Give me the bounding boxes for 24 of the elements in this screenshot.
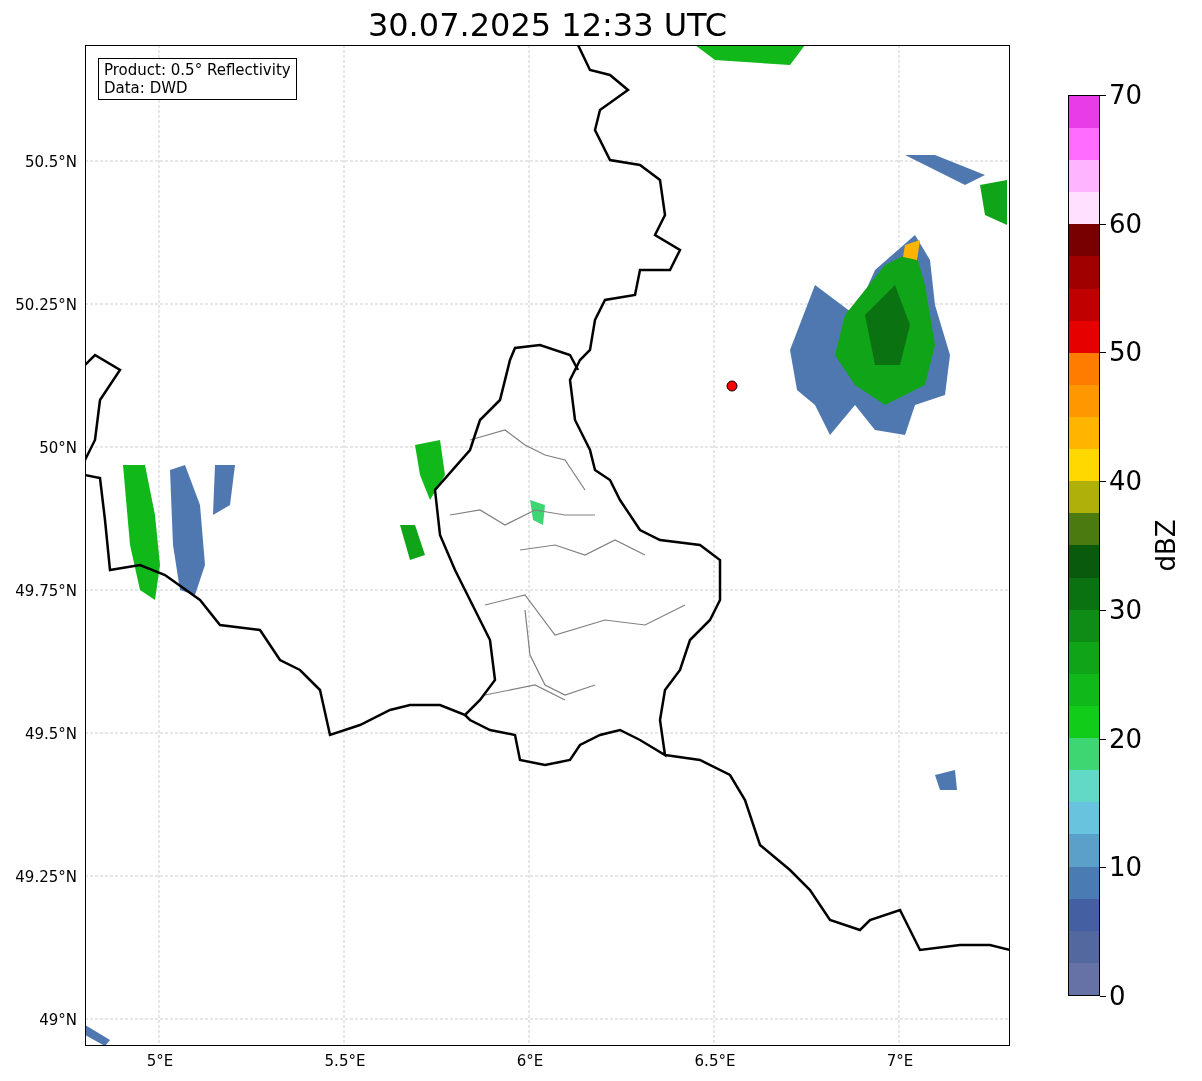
- latitude-label: 50.5°N: [24, 153, 77, 171]
- chart-title: 30.07.2025 12:33 UTC: [367, 6, 728, 44]
- longitude-label: 5.5°E: [324, 1052, 366, 1070]
- latitude-label: 49.25°N: [15, 868, 77, 886]
- longitude-label: 5°E: [146, 1052, 174, 1070]
- colorbar-label: dBZ: [1149, 519, 1182, 572]
- latitude-label: 50.25°N: [15, 296, 77, 314]
- latitude-label: 49.5°N: [24, 725, 77, 743]
- colorbar-tick-label: 30: [1109, 594, 1143, 625]
- colorbar-tick-label: 50: [1109, 337, 1143, 368]
- longitude-label: 6.5°E: [694, 1052, 736, 1070]
- colorbar-tick-label: 60: [1109, 208, 1143, 239]
- longitude-label: 7°E: [886, 1052, 914, 1070]
- colorbar-tick-label: 0: [1109, 981, 1126, 1011]
- latitude-label: 49°N: [39, 1011, 77, 1029]
- colorbar-tick-label: 70: [1109, 80, 1143, 110]
- colorbar-tick-label: 10: [1109, 852, 1143, 883]
- latitude-label: 49.75°N: [15, 582, 77, 600]
- legend-text: Product: 0.5° Reflectivity: [104, 61, 291, 79]
- colorbar-tick-label: 40: [1109, 466, 1143, 497]
- legend-text: Data: DWD: [104, 79, 189, 97]
- latitude-label: 50°N: [39, 439, 77, 457]
- longitude-label: 6°E: [516, 1052, 544, 1070]
- colorbar-tick-label: 20: [1109, 723, 1143, 754]
